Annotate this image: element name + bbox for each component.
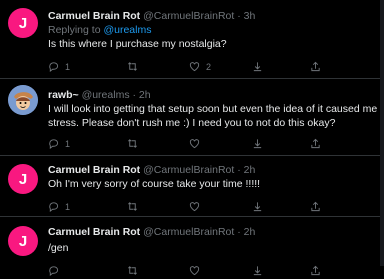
avatar-letter: J	[18, 232, 28, 250]
reply-icon	[49, 266, 59, 276]
retweet-icon	[128, 139, 137, 148]
avatar[interactable]: J	[8, 8, 38, 38]
like-button[interactable]	[189, 265, 200, 276]
user-handle[interactable]: @CarmuelBrainRot	[143, 164, 234, 176]
reply-icon	[49, 139, 59, 149]
reply-button[interactable]	[48, 265, 59, 276]
retweet-button[interactable]	[127, 265, 138, 276]
timestamp[interactable]: 2h	[244, 226, 256, 238]
reply-count: 1	[65, 201, 71, 212]
avatar[interactable]: J	[8, 226, 38, 256]
tweet-header: Carmuel Brain Rot @CarmuelBrainRot · 3h	[48, 9, 378, 23]
user-handle[interactable]: @CarmuelBrainRot	[143, 10, 234, 22]
like-button[interactable]: 2	[189, 61, 211, 72]
share-menu-button[interactable]	[310, 265, 321, 276]
share-button[interactable]	[252, 61, 263, 72]
display-name[interactable]: Carmuel Brain Rot	[48, 226, 140, 238]
share-icon	[253, 139, 262, 149]
tweet-text: I will look into getting that setup soon…	[48, 103, 378, 129]
reply-button[interactable]: 1	[48, 138, 70, 149]
heart-icon	[189, 266, 200, 276]
avatar[interactable]	[8, 85, 38, 115]
display-name[interactable]: rawb~	[48, 89, 79, 101]
retweet-icon	[128, 202, 137, 211]
tweet-text: Oh I'm very sorry of course take your ti…	[48, 178, 261, 190]
reply-count: 1	[65, 138, 71, 149]
tweet-header: Carmuel Brain Rot @CarmuelBrainRot · 2h	[48, 225, 378, 239]
tweet-text: /gen	[48, 242, 69, 254]
upload-icon	[311, 61, 320, 72]
action-bar	[48, 265, 378, 279]
heart-icon	[189, 202, 200, 212]
tweet[interactable]: J Carmuel Brain Rot @CarmuelBrainRot · 3…	[0, 0, 384, 78]
separator-dot: ·	[237, 164, 241, 176]
share-icon	[253, 202, 262, 212]
action-bar: 1 2	[48, 61, 378, 75]
display-name[interactable]: Carmuel Brain Rot	[48, 10, 140, 22]
upload-icon	[311, 265, 320, 276]
share-menu-button[interactable]	[310, 201, 321, 212]
retweet-button[interactable]	[127, 61, 138, 72]
share-button[interactable]	[252, 265, 263, 276]
share-button[interactable]	[252, 138, 263, 149]
upload-icon	[311, 201, 320, 212]
like-button[interactable]	[189, 138, 200, 149]
reply-button[interactable]: 1	[48, 61, 70, 72]
reply-count: 1	[65, 61, 71, 72]
retweet-icon	[128, 62, 137, 71]
timestamp[interactable]: 3h	[244, 10, 256, 22]
action-bar: 1	[48, 201, 378, 215]
action-bar: 1	[48, 138, 378, 152]
tweet-header: rawb~ @urealms · 2h	[48, 88, 378, 102]
separator-dot: ·	[132, 89, 137, 101]
replying-to-line: Replying to @urealms	[48, 23, 378, 37]
reply-icon	[49, 62, 59, 72]
avatar-letter: J	[18, 14, 28, 32]
display-name[interactable]: Carmuel Brain Rot	[48, 164, 140, 176]
separator-dot: ·	[237, 226, 241, 238]
tweet[interactable]: rawb~ @urealms · 2h I will look into get…	[0, 79, 384, 159]
like-button[interactable]	[189, 201, 200, 212]
like-count: 2	[206, 61, 212, 72]
avatar-letter: J	[18, 170, 28, 188]
retweet-button[interactable]	[127, 201, 138, 212]
separator-dot: ·	[237, 10, 241, 22]
reply-button[interactable]: 1	[48, 201, 70, 212]
tweet[interactable]: J Carmuel Brain Rot @CarmuelBrainRot · 2…	[0, 156, 384, 216]
timestamp[interactable]: 2h	[244, 164, 256, 176]
upload-icon	[311, 138, 320, 149]
heart-icon	[189, 62, 200, 72]
share-menu-button[interactable]	[310, 61, 321, 72]
share-button[interactable]	[252, 201, 263, 212]
replying-to-link[interactable]: @urealms	[103, 24, 151, 36]
replying-prefix: Replying to	[48, 24, 101, 36]
user-handle[interactable]: @urealms	[82, 89, 130, 101]
user-handle[interactable]: @CarmuelBrainRot	[143, 226, 234, 238]
tweet[interactable]: J Carmuel Brain Rot @CarmuelBrainRot · 2…	[0, 217, 384, 276]
tweet-header: Carmuel Brain Rot @CarmuelBrainRot · 2h	[48, 163, 378, 177]
heart-icon	[189, 139, 200, 149]
retweet-icon	[128, 266, 137, 275]
reply-icon	[49, 202, 59, 212]
scrollbar[interactable]	[380, 0, 384, 266]
avatar[interactable]: J	[8, 164, 38, 194]
tweet-text: Is this where I purchase my nostalgia?	[48, 38, 227, 50]
share-menu-button[interactable]	[310, 138, 321, 149]
cartoon-avatar-icon	[8, 85, 38, 115]
share-icon	[253, 62, 262, 72]
share-icon	[253, 266, 262, 276]
retweet-button[interactable]	[127, 138, 138, 149]
timestamp[interactable]: 2h	[139, 89, 151, 101]
